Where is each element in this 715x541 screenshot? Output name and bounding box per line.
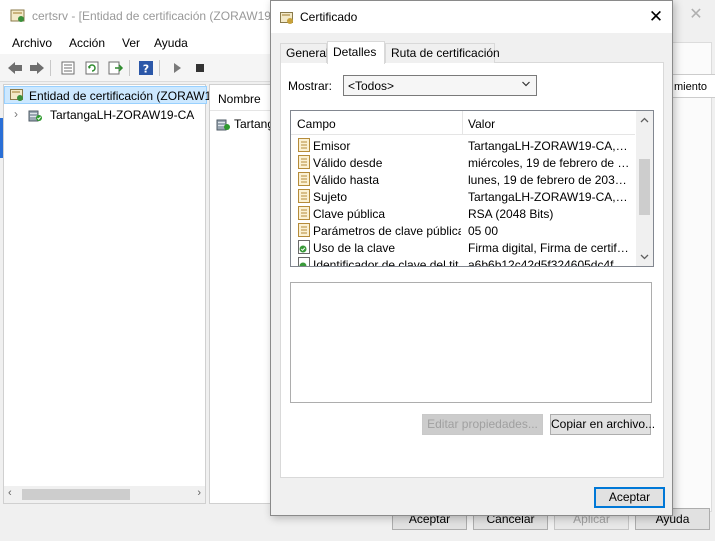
properties-column-header: miento bbox=[674, 81, 708, 93]
field-name: Uso de la clave bbox=[313, 241, 396, 255]
fields-list-header: Campo Valor bbox=[291, 111, 635, 135]
certificate-field-icon bbox=[298, 155, 310, 169]
field-value: RSA (2048 Bits) bbox=[468, 207, 554, 221]
tree-item-ca-root[interactable]: Entidad de certificación (ZORAW1 bbox=[4, 86, 211, 104]
scroll-up-icon[interactable] bbox=[639, 115, 650, 126]
certificate-field-icon bbox=[298, 223, 310, 237]
refresh-icon[interactable] bbox=[83, 59, 101, 77]
field-value: lunes, 19 de febrero de 2035 ... bbox=[468, 173, 630, 187]
toolbar-separator bbox=[129, 60, 130, 76]
menu-archivo[interactable]: Archivo bbox=[12, 36, 52, 50]
certificate-field-icon bbox=[298, 206, 310, 220]
copy-to-file-button[interactable]: Copiar en archivo... bbox=[550, 414, 655, 435]
scroll-left-icon[interactable]: ‹ bbox=[8, 487, 12, 499]
start-service-icon[interactable] bbox=[168, 59, 186, 77]
close-icon[interactable]: ✕ bbox=[687, 6, 705, 24]
certificate-field-icon bbox=[298, 138, 310, 152]
tree-item-label: Entidad de certificación (ZORAW1 bbox=[29, 89, 212, 103]
column-separator[interactable] bbox=[462, 111, 463, 135]
field-name: Parámetros de clave pública bbox=[313, 224, 461, 238]
field-name: Válido hasta bbox=[313, 173, 380, 187]
scrollbar-thumb[interactable] bbox=[639, 159, 650, 215]
ca-server-icon bbox=[28, 110, 42, 122]
certificate-dialog-titlebar: Certificado ✕ bbox=[271, 1, 672, 33]
close-icon[interactable]: ✕ bbox=[644, 6, 668, 28]
ca-server-icon bbox=[216, 119, 230, 131]
field-name: Válido desde bbox=[313, 156, 383, 170]
menu-ayuda[interactable]: Ayuda bbox=[154, 36, 188, 50]
column-header-label: Nombre bbox=[218, 92, 261, 106]
table-row[interactable]: Emisor TartangaLH-ZORAW19-CA, Ta... bbox=[291, 137, 635, 154]
console-tree-icon[interactable] bbox=[59, 59, 77, 77]
certificate-field-icon bbox=[298, 172, 310, 186]
menu-ver[interactable]: Ver bbox=[122, 36, 140, 50]
toolbar-separator bbox=[50, 60, 51, 76]
scrollbar-thumb[interactable] bbox=[22, 489, 130, 500]
table-row[interactable]: Uso de la clave Firma digital, Firma de … bbox=[291, 239, 635, 256]
tree-item-label: TartangaLH-ZORAW19-CA bbox=[50, 108, 195, 122]
table-row[interactable]: Identificador de clave del tit... a6b6b1… bbox=[291, 256, 635, 267]
chevron-down-icon bbox=[522, 81, 530, 87]
scroll-right-icon[interactable]: › bbox=[197, 487, 201, 499]
dialog-title: Certificado bbox=[300, 10, 358, 24]
field-value: TartangaLH-ZORAW19-CA, Ta... bbox=[468, 139, 630, 153]
svg-text:?: ? bbox=[143, 63, 149, 76]
tab-detalles[interactable]: Detalles bbox=[327, 41, 385, 64]
forward-arrow-icon[interactable] bbox=[28, 59, 46, 77]
result-list-pane: Nombre Tartang bbox=[209, 84, 275, 504]
properties-tab-panel bbox=[672, 42, 712, 512]
table-row[interactable]: Válido desde miércoles, 19 de febrero de… bbox=[291, 154, 635, 171]
field-name: Sujeto bbox=[313, 190, 348, 204]
extension-field-icon bbox=[298, 257, 310, 266]
field-name: Identificador de clave del tit... bbox=[313, 258, 461, 267]
stop-service-icon[interactable] bbox=[191, 59, 209, 77]
edit-properties-button[interactable]: Editar propiedades... bbox=[422, 414, 543, 435]
show-dropdown[interactable]: <Todos> bbox=[343, 75, 537, 96]
field-value: 05 00 bbox=[468, 224, 499, 238]
table-row[interactable]: Clave pública RSA (2048 Bits) bbox=[291, 205, 635, 222]
column-header-campo[interactable]: Campo bbox=[297, 117, 336, 131]
field-value: TartangaLH-ZORAW19-CA, Ta... bbox=[468, 190, 630, 204]
table-row[interactable]: Sujeto TartangaLH-ZORAW19-CA, Ta... bbox=[291, 188, 635, 205]
chevron-right-icon[interactable]: › bbox=[14, 107, 18, 121]
certificate-fields-list: Campo Valor Emisor TartangaLH-ZORAW19-CA… bbox=[290, 110, 654, 267]
table-row[interactable]: Parámetros de clave pública 05 00 bbox=[291, 222, 635, 239]
list-column-header[interactable]: Nombre bbox=[210, 85, 272, 111]
field-name: Clave pública bbox=[313, 207, 386, 221]
table-row[interactable]: Válido hasta lunes, 19 de febrero de 203… bbox=[291, 171, 635, 188]
tree-horizontal-scrollbar[interactable]: ‹ › bbox=[4, 486, 205, 503]
certificate-dialog: Certificado ✕ General Detalles Ruta de c… bbox=[270, 0, 673, 516]
field-value: miércoles, 19 de febrero de 20... bbox=[468, 156, 630, 170]
show-label: Mostrar: bbox=[288, 79, 333, 93]
show-dropdown-value: <Todos> bbox=[348, 79, 395, 93]
field-value: Firma digital, Firma de certifica... bbox=[468, 241, 630, 255]
extension-field-icon bbox=[298, 240, 310, 254]
console-tree-pane: Entidad de certificación (ZORAW1 › Tarta… bbox=[3, 84, 211, 504]
tab-general[interactable]: General bbox=[280, 43, 329, 63]
list-item-label: Tartang bbox=[234, 117, 275, 131]
scroll-down-icon[interactable] bbox=[639, 251, 650, 262]
back-arrow-icon[interactable] bbox=[6, 59, 24, 77]
field-name: Emisor bbox=[313, 139, 351, 153]
certificate-icon bbox=[280, 12, 293, 24]
menu-accion[interactable]: Acción bbox=[69, 36, 105, 50]
tab-ruta-de-certificacion[interactable]: Ruta de certificación bbox=[385, 43, 500, 63]
help-icon[interactable]: ? bbox=[137, 59, 155, 77]
field-value: a6b6b12c42d5f324605dc4f2f... bbox=[468, 258, 630, 267]
export-list-icon[interactable] bbox=[107, 59, 125, 77]
certificate-authority-icon bbox=[10, 89, 23, 101]
column-header-valor[interactable]: Valor bbox=[468, 117, 495, 131]
mmc-window-title: certsrv - [Entidad de certificación (ZOR… bbox=[32, 9, 275, 23]
fields-vertical-scrollbar[interactable] bbox=[636, 111, 653, 266]
certsrv-app-icon bbox=[10, 9, 25, 22]
certificate-field-icon bbox=[298, 189, 310, 203]
field-detail-textbox[interactable] bbox=[290, 282, 652, 403]
accept-button[interactable]: Aceptar bbox=[594, 487, 665, 508]
toolbar-separator bbox=[159, 60, 160, 76]
